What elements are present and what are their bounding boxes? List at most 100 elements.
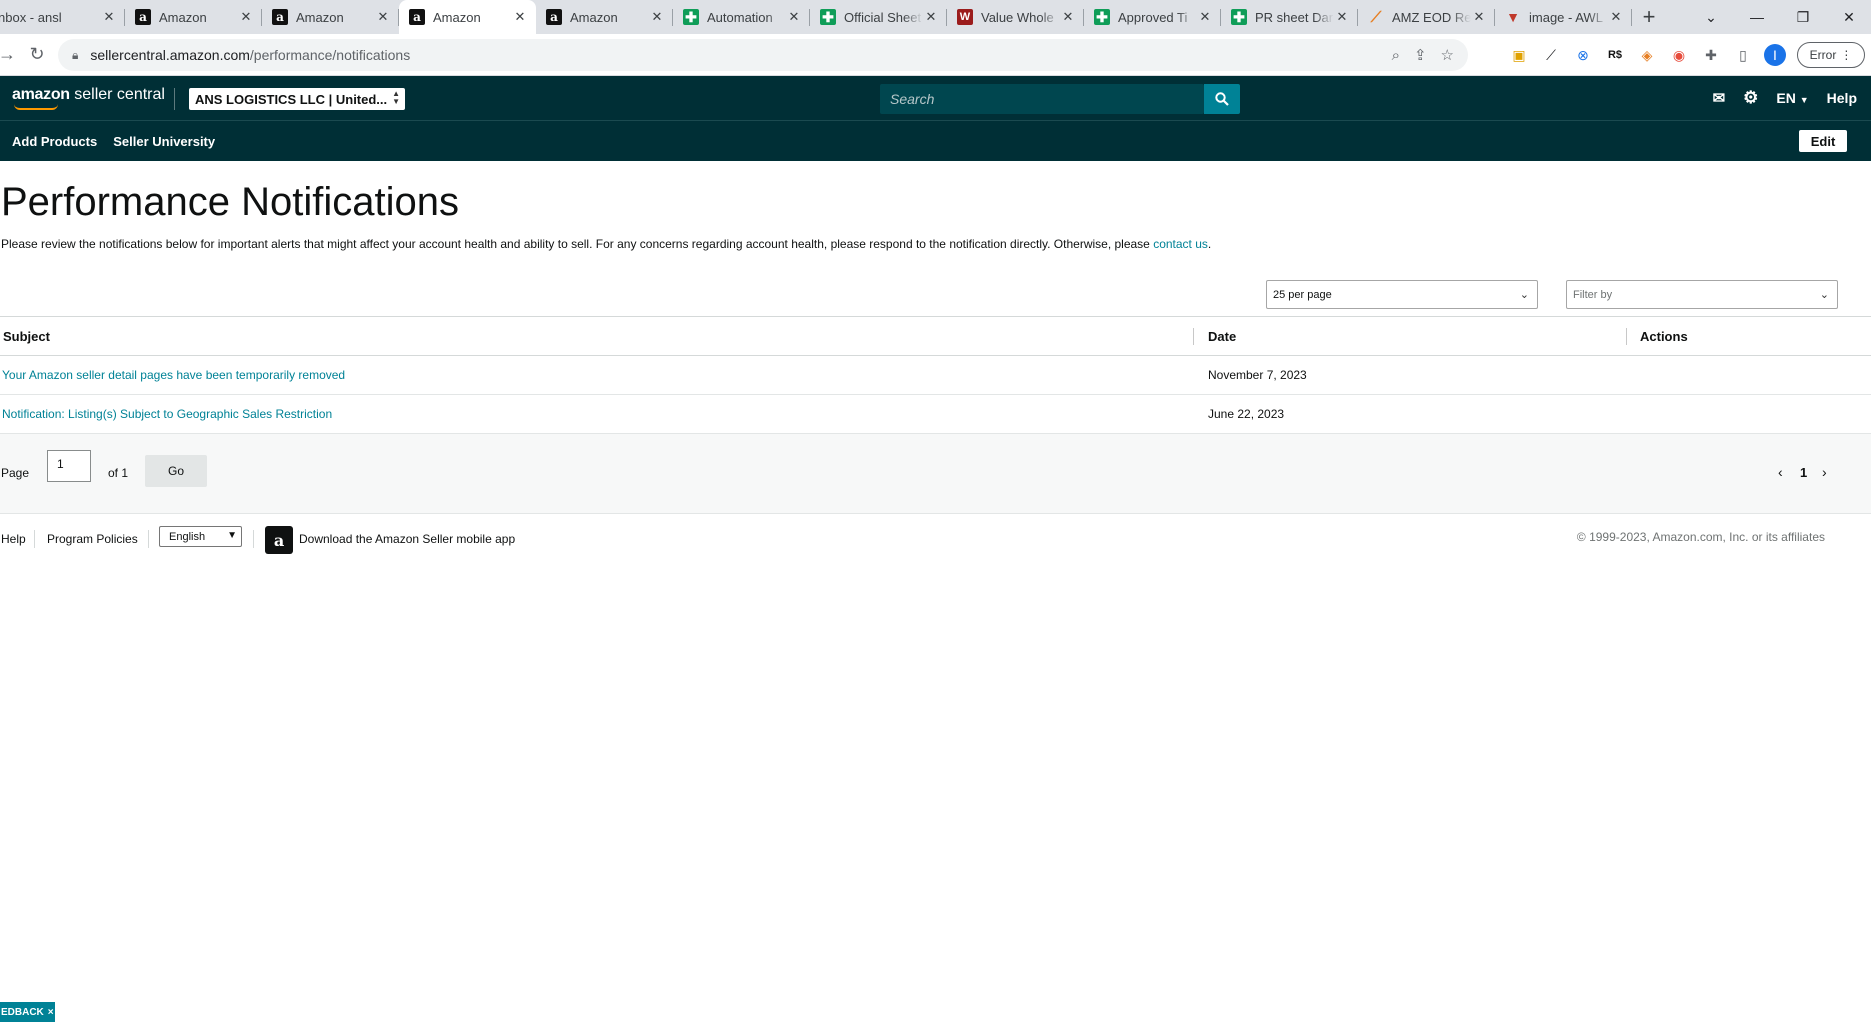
page-count-label: of 1 [108,466,129,480]
extension-icon[interactable]: ◉ [1668,44,1690,66]
filter-by-select[interactable]: Filter by ⌄ [1566,280,1838,309]
close-tab-icon[interactable]: ✕ [649,9,665,25]
settings-gear-icon[interactable]: ⚙ [1743,88,1758,108]
table-row: Your Amazon seller detail pages have bee… [0,356,1871,395]
tab-title: image - AWL [1529,9,1603,25]
forward-icon[interactable]: → [0,40,22,70]
extension-icon[interactable]: ⊗ [1572,44,1594,66]
current-page-number[interactable]: 1 [1800,465,1807,480]
page-label: Page [1,466,30,480]
close-tab-icon[interactable]: ✕ [1197,9,1213,25]
notification-subject-link[interactable]: Your Amazon seller detail pages have bee… [2,368,345,382]
close-tab-icon[interactable]: ✕ [238,9,254,25]
puzzle-icon[interactable]: ✚ [1700,44,1722,66]
tab-title: Approved Ti [1118,9,1188,25]
close-tab-icon[interactable]: ✕ [1608,9,1624,25]
go-button[interactable]: Go [145,455,207,487]
close-tab-icon[interactable]: ✕ [101,9,117,25]
close-tab-icon[interactable]: ✕ [375,9,391,25]
mail-icon[interactable]: ✉ [1713,89,1726,107]
browser-toolbar: → ↻ 🔒︎ sellercentral.amazon.com/performa… [0,34,1871,76]
close-tab-icon[interactable]: ✕ [786,9,802,25]
tab-title: Amazon [159,9,207,25]
new-tab-icon[interactable]: + [1632,0,1666,34]
copyright-text: © 1999-2023, Amazon.com, Inc. or its aff… [1576,530,1825,544]
seller-central-nav: Add Products Seller University Edit [0,120,1871,161]
extension-icon[interactable]: ▣ [1508,44,1530,66]
nav-add-products[interactable]: Add Products [12,134,97,149]
browser-tab[interactable]: W Value Whole ✕ [947,0,1084,34]
browser-tab[interactable]: ✚ PR sheet Dar ✕ [1221,0,1358,34]
extension-icon[interactable]: ⟋ [1540,44,1562,66]
download-app-link[interactable]: Download the Amazon Seller mobile app [299,532,515,546]
browser-tab[interactable]: a Amazon ✕ [536,0,673,34]
footer-help-link[interactable]: Help [1,532,26,546]
tab-title: nbox - ansl [0,9,62,25]
column-date[interactable]: Date [1208,329,1236,344]
table-header: Subject Date Actions [0,316,1871,356]
merchant-marketplace-switcher[interactable]: ANS LOGISTICS LLC | United... ▲ ▼ [189,88,405,110]
column-subject[interactable]: Subject [3,329,50,344]
edit-nav-button[interactable]: Edit [1799,130,1847,152]
search-input[interactable]: Search [880,84,1204,114]
tab-title: Official Sheet [844,9,922,25]
amazon-icon: a [272,9,288,25]
browser-tab[interactable]: nbox - ansl ✕ [0,0,125,34]
column-actions: Actions [1640,329,1688,344]
next-page-icon[interactable]: › [1822,464,1827,480]
page-footer: Help Program Policies English ▼ a Downloa… [0,526,1871,554]
browser-tab[interactable]: ✚ Official Sheet ✕ [810,0,947,34]
close-icon[interactable]: × [48,1007,54,1018]
close-tab-icon[interactable]: ✕ [512,9,528,25]
prev-page-icon[interactable]: ‹ [1778,464,1783,480]
contact-us-link[interactable]: contact us [1153,237,1208,251]
tab-title: Amazon [570,9,618,25]
minimize-icon[interactable]: — [1734,0,1780,34]
feedback-tab[interactable]: EDBACK × [0,1002,55,1022]
tab-search-icon[interactable]: ⌄ [1688,0,1734,34]
browser-tab[interactable]: a Amazon ✕ [399,0,536,34]
browser-tab[interactable]: ✚ Approved Ti ✕ [1084,0,1221,34]
zoom-icon[interactable]: ⌕ [1392,47,1400,64]
footer-language-select[interactable]: English ▼ [159,526,242,547]
seller-app-icon[interactable]: a [265,526,293,554]
seller-central-logo[interactable]: amazon seller central [12,86,165,110]
extension-icon[interactable]: ◈ [1636,44,1658,66]
close-tab-icon[interactable]: ✕ [1334,9,1350,25]
close-tab-icon[interactable]: ✕ [923,9,939,25]
search-button[interactable] [1204,84,1240,114]
image-icon: ▼ [1506,9,1520,25]
language-selector[interactable]: EN ▼ [1776,90,1808,106]
browser-tab[interactable]: ⟋ AMZ EOD Re ✕ [1358,0,1495,34]
reload-icon[interactable]: ↻ [22,40,52,70]
intro-text: Please review the notifications below fo… [1,237,1212,251]
program-policies-link[interactable]: Program Policies [47,532,138,546]
amazon-icon: a [546,9,562,25]
nav-seller-university[interactable]: Seller University [113,134,215,149]
help-link[interactable]: Help [1827,90,1857,106]
close-tab-icon[interactable]: ✕ [1471,9,1487,25]
search-icon [1215,92,1229,106]
side-panel-icon[interactable]: ▯ [1732,44,1754,66]
close-window-icon[interactable]: ✕ [1826,0,1871,34]
seller-central-header: amazon seller central ANS LOGISTICS LLC … [0,76,1871,120]
per-page-select[interactable]: 25 per page ⌄ [1266,280,1538,309]
address-bar[interactable]: 🔒︎ sellercentral.amazon.com/performance/… [58,39,1468,71]
browser-tab[interactable]: ▼ image - AWL ✕ [1495,0,1632,34]
restore-icon[interactable]: ❐ [1780,0,1826,34]
page-number-input[interactable]: 1 [47,450,91,482]
error-indicator[interactable]: Error ⋮ [1797,42,1865,68]
notification-date: November 7, 2023 [1208,368,1307,382]
browser-tab-strip: nbox - ansl ✕ a Amazon ✕ a Amazon ✕ a Amazon ✕ a Ama… [0,0,1871,34]
bookmark-star-icon[interactable]: ☆ [1441,46,1454,64]
browser-tab[interactable]: ✚ Automation ✕ [673,0,810,34]
profile-avatar[interactable]: I [1764,44,1786,66]
notification-subject-link[interactable]: Notification: Listing(s) Subject to Geog… [2,407,332,421]
browser-tab[interactable]: a Amazon ✕ [125,0,262,34]
tab-title: Automation [707,9,773,25]
close-tab-icon[interactable]: ✕ [1060,9,1076,25]
share-icon[interactable]: ⇪ [1414,46,1427,64]
browser-tab[interactable]: a Amazon ✕ [262,0,399,34]
extension-icon[interactable]: R$ [1604,44,1626,66]
chevron-down-icon: ⌄ [1519,289,1529,301]
